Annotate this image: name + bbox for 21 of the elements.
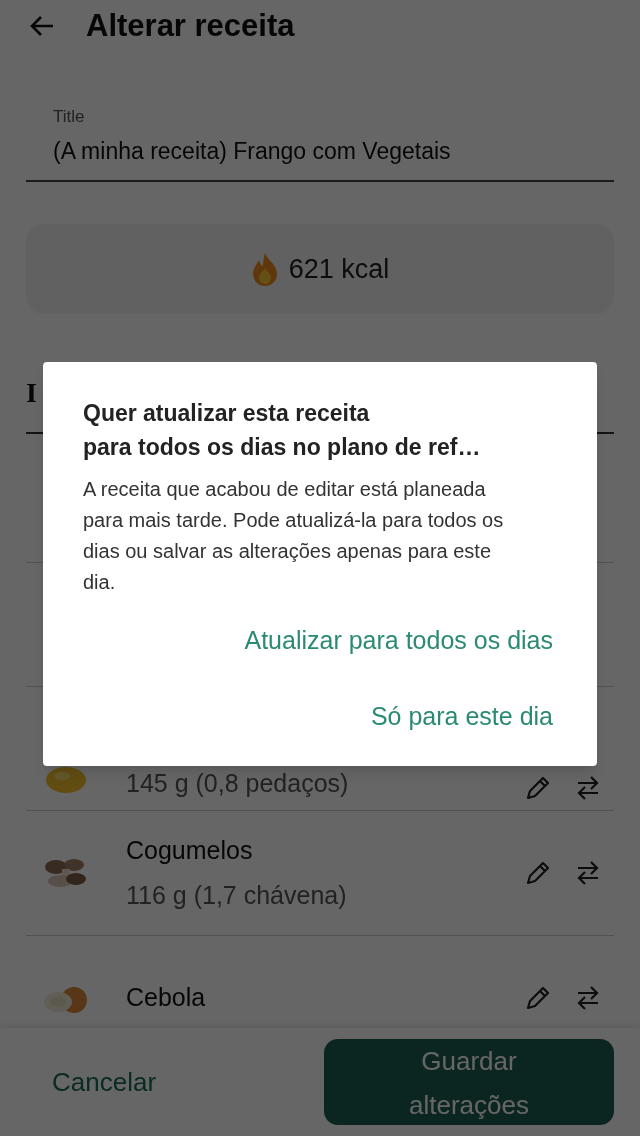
ingredient-name: Cebola [126, 982, 207, 1014]
pencil-icon[interactable] [524, 774, 552, 802]
page-title: Alterar receita [86, 6, 295, 45]
dialog-action-button[interactable]: Só para este dia [370, 693, 553, 739]
swap-icon[interactable] [576, 860, 600, 886]
ingredient-amount: 145 g (0,8 pedaços) [126, 767, 350, 799]
swap-icon[interactable] [576, 775, 600, 801]
flame-icon [250, 252, 279, 286]
cancel-button[interactable]: Cancelar [52, 1062, 157, 1102]
dialog-action-button[interactable]: Atualizar para todos os dias [244, 618, 553, 664]
pencil-icon[interactable] [524, 984, 552, 1012]
save-button[interactable]: Guardar alterações [324, 1039, 614, 1125]
calories-value: 621 kcal [288, 252, 390, 286]
dialog-title: Quer atualizar esta receita para todos os dias no plano de ref… [83, 399, 482, 462]
title-field[interactable]: Title (A minha receita) Frango com Vegetais [26, 104, 614, 182]
ingredient-amount: 116 g (1,7 chávena) [126, 880, 348, 911]
section-heading: I [26, 377, 37, 408]
dialog-message: A receita que acabou de editar está planeada para mais tarde. Pode atualizá-la para todos os dias ou salvar as alterações apenas para este dia. [83, 477, 505, 595]
swap-icon[interactable] [576, 985, 600, 1011]
pencil-icon[interactable] [524, 859, 552, 887]
ingredient-name: Cogumelos [126, 834, 254, 866]
